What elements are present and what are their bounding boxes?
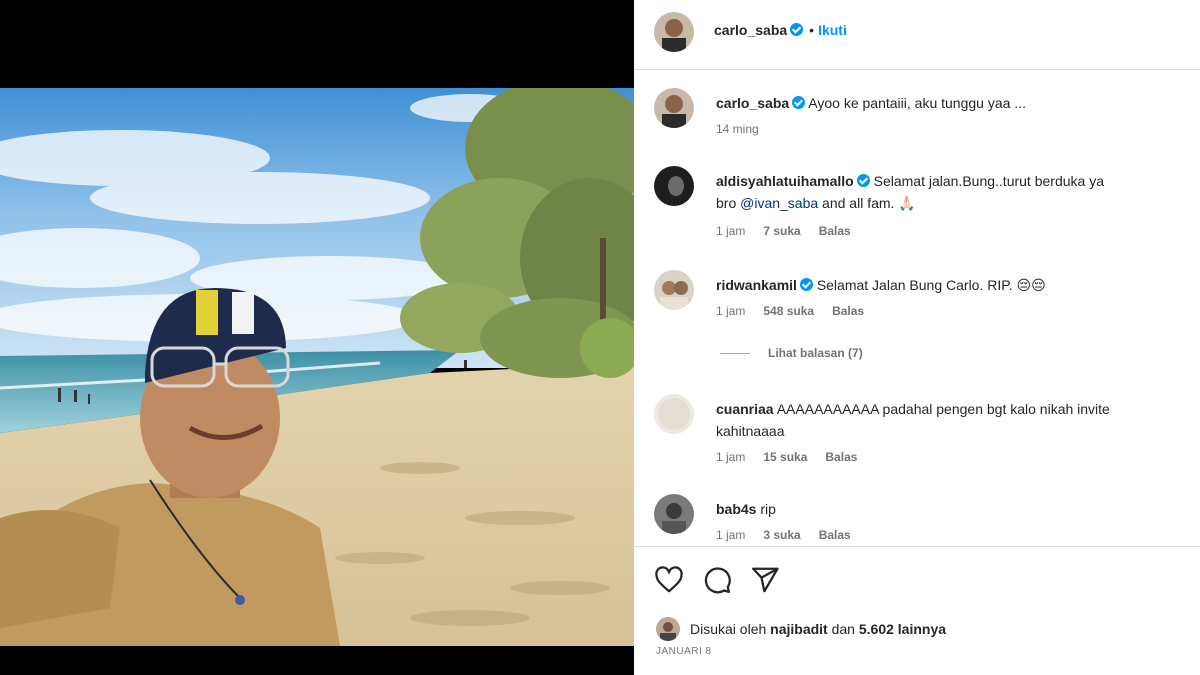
comment-text: rip [760,501,776,517]
mention-link[interactable]: @ivan_saba [740,195,818,211]
comment-text-end: and all fam. 🙏🏻 [818,195,916,211]
comment-username[interactable]: bab4s [716,501,756,517]
verified-badge-icon [856,174,870,187]
separator-dot: • [809,22,815,38]
comment-text-cont: bro [716,195,741,211]
reply-button[interactable]: Balas [832,304,864,318]
comment-likes[interactable]: 15 suka [763,450,807,464]
comment-likes[interactable]: 7 suka [763,224,800,238]
verified-badge-icon [799,278,813,291]
comment-username[interactable]: aldisyahlatuihamallo [716,173,854,189]
verified-badge-icon [790,23,804,36]
likes-summary: Disukai oleh najibadit dan 5.602 lainnya [690,621,946,637]
comment-time[interactable]: 1 jam [716,528,745,542]
comment-username[interactable]: ridwankamil [716,277,797,293]
commenter-avatar[interactable] [654,166,694,206]
comment-time[interactable]: 1 jam [716,304,745,318]
comment-username[interactable]: cuanriaa [716,401,774,417]
post-sidebar: carlo_saba • Ikuti carlo_saba Ayoo ke pant… [634,0,1200,675]
liker-username[interactable]: najibadit [770,621,828,637]
heart-icon[interactable] [654,565,684,595]
likes-middle: dan [827,621,859,637]
caption-time[interactable]: 14 ming [716,122,759,136]
reply-button[interactable]: Balas [819,224,851,238]
post-header: carlo_saba • Ikuti [634,0,1200,70]
post-actions: Disukai oleh najibadit dan 5.602 lainnya [634,546,1200,675]
author-avatar[interactable] [654,88,694,128]
verified-badge-icon [792,96,806,109]
liker-avatar[interactable] [656,617,680,641]
commenter-avatar[interactable] [654,494,694,534]
post-date[interactable]: JANUARI 8 [656,646,712,657]
follow-button[interactable]: Ikuti [818,22,847,38]
paper-plane-icon[interactable] [750,565,780,595]
reply-button[interactable]: Balas [825,450,857,464]
comment-text: AAAAAAAAAAA padahal pengen bgt kalo nika… [776,401,1110,417]
likes-prefix: Disukai oleh [690,621,771,637]
author-username[interactable]: carlo_saba [714,22,787,38]
caption-username[interactable]: carlo_saba [716,95,789,111]
commenter-avatar[interactable] [654,394,694,434]
post-media [0,0,634,675]
view-replies-button[interactable]: Lihat balasan (7) [720,346,863,360]
commenter-avatar[interactable] [654,270,694,310]
likes-count[interactable]: 5.602 lainnya [859,621,946,637]
post-photo[interactable] [0,88,634,646]
caption-text: Ayoo ke pantaiii, aku tunggu yaa ... [808,95,1026,111]
comment-likes[interactable]: 3 suka [763,528,800,542]
comment-icon[interactable] [702,565,732,595]
author-avatar[interactable] [654,12,694,52]
comment-time[interactable]: 1 jam [716,450,745,464]
comment-time[interactable]: 1 jam [716,224,745,238]
comment-text: Selamat Jalan Bung Carlo. RIP. 😔😔 [816,277,1046,293]
comment-likes[interactable]: 548 suka [763,304,814,318]
comment-text: Selamat jalan.Bung..turut berduka ya [873,173,1104,189]
comment-text-cont: kahitnaaaa [716,423,785,439]
reply-button[interactable]: Balas [819,528,851,542]
